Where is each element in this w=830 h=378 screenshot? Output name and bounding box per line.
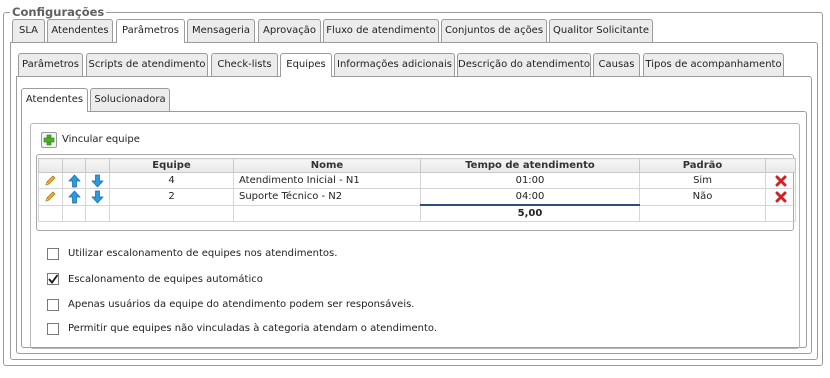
tab-aprovacao[interactable]: Aprovação bbox=[258, 19, 321, 42]
cell-padrao: Não bbox=[639, 188, 766, 206]
move-down-arrow-icon[interactable] bbox=[91, 190, 104, 204]
cell-padrao: Sim bbox=[639, 172, 766, 189]
move-up-arrow-icon[interactable] bbox=[67, 173, 81, 188]
config-fieldset-title: Configurações bbox=[12, 5, 105, 19]
teams-table: Equipe Nome Tempo de atendimento Padrão … bbox=[38, 158, 796, 222]
tab-atendentes-sub[interactable]: Atendentes bbox=[21, 88, 88, 112]
move-up-arrow-icon[interactable] bbox=[67, 190, 81, 204]
plus-icon bbox=[43, 134, 55, 146]
tab-causas[interactable]: Causas bbox=[593, 53, 640, 76]
tab-solucionadora[interactable]: Solucionadora bbox=[90, 88, 170, 111]
col-padrao[interactable]: Padrão bbox=[639, 158, 766, 173]
tab-conjuntos-acoes[interactable]: Conjuntos de ações bbox=[441, 19, 547, 42]
tab-fluxo-atendimento[interactable]: Fluxo de atendimento bbox=[323, 19, 439, 42]
tab-tipos-acompanhamento[interactable]: Tipos de acompanhamento bbox=[643, 53, 784, 76]
label-escalonamento-automatico: Escalonamento de equipes automático bbox=[68, 274, 263, 285]
link-team-label[interactable]: Vincular equipe bbox=[62, 134, 140, 145]
col-tempo-atendimento[interactable]: Tempo de atendimento bbox=[420, 158, 640, 173]
tab-equipes[interactable]: Equipes bbox=[280, 53, 332, 77]
checkmark-icon bbox=[48, 274, 59, 284]
checkbox-escalonamento-equipes[interactable] bbox=[47, 248, 59, 260]
cell-nome: Suporte Técnico - N2 bbox=[233, 188, 421, 206]
label-apenas-usuarios-equipe: Apenas usuários da equipe do atendimento… bbox=[68, 299, 415, 310]
label-escalonamento-equipes: Utilizar escalonamento de equipes nos at… bbox=[68, 248, 338, 259]
checkbox-escalonamento-automatico[interactable] bbox=[47, 273, 59, 285]
checkbox-apenas-usuarios-equipe[interactable] bbox=[47, 299, 59, 311]
tab-informacoes-adicionais[interactable]: Informações adicionais bbox=[334, 53, 455, 76]
cell-nome: Atendimento Inicial - N1 bbox=[233, 172, 421, 189]
tab-sla[interactable]: SLA bbox=[12, 19, 45, 42]
cell-tempo: 01:00 bbox=[420, 172, 640, 189]
edit-pencil-icon[interactable] bbox=[44, 190, 57, 203]
table-total-row: 5,00 bbox=[38, 204, 796, 222]
cell-tempo: 04:00 bbox=[420, 188, 640, 206]
tab-scripts-atendimento[interactable]: Scripts de atendimento bbox=[86, 53, 208, 76]
tab-descricao-atendimento[interactable]: Descrição do atendimento bbox=[457, 53, 591, 76]
move-down-arrow-icon[interactable] bbox=[91, 174, 104, 188]
col-equipe[interactable]: Equipe bbox=[109, 158, 234, 173]
cell-equipe: 4 bbox=[109, 172, 234, 189]
edit-pencil-icon[interactable] bbox=[44, 174, 57, 187]
add-team-button[interactable] bbox=[41, 132, 57, 148]
col-nome[interactable]: Nome bbox=[233, 158, 421, 173]
tab-atendentes[interactable]: Atendentes bbox=[47, 19, 113, 42]
tab-parametros-sub[interactable]: Parâmetros bbox=[18, 53, 83, 76]
table-row: 2 Suporte Técnico - N2 04:00 Não bbox=[38, 188, 796, 206]
label-permitir-equipes-nao-vinculadas: Permitir que equipes não vinculadas à ca… bbox=[68, 323, 438, 334]
tab-check-lists[interactable]: Check-lists bbox=[211, 53, 278, 76]
tab-parametros[interactable]: Parâmetros bbox=[116, 19, 185, 43]
table-header-row: Equipe Nome Tempo de atendimento Padrão bbox=[38, 158, 796, 173]
checkbox-permitir-equipes-nao-vinculadas[interactable] bbox=[47, 323, 59, 335]
delete-x-icon[interactable] bbox=[775, 191, 787, 203]
table-row: 4 Atendimento Inicial - N1 01:00 Sim bbox=[38, 172, 796, 189]
delete-x-icon[interactable] bbox=[775, 175, 787, 187]
tab-qualitor-solicitante[interactable]: Qualitor Solicitante bbox=[549, 19, 653, 42]
cell-equipe: 2 bbox=[109, 188, 234, 206]
tab-mensageria[interactable]: Mensageria bbox=[187, 19, 255, 42]
total-tempo: 5,00 bbox=[420, 204, 640, 222]
